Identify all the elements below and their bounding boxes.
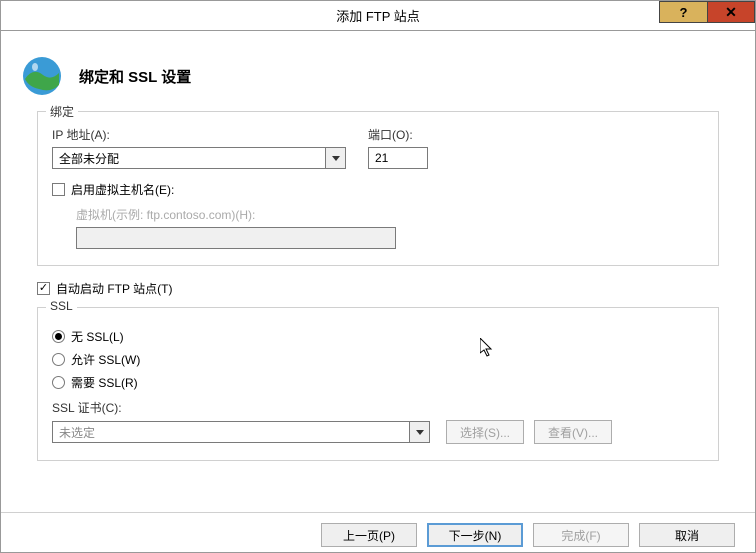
ssl-radio-allow[interactable]: 允许 SSL(W) <box>52 351 704 368</box>
titlebar-buttons: ? ✕ <box>659 1 755 23</box>
ip-dropdown[interactable]: 全部未分配 <box>52 147 346 169</box>
finish-button: 完成(F) <box>533 523 629 547</box>
ssl-view-button[interactable]: 查看(V)... <box>534 420 612 444</box>
cancel-button[interactable]: 取消 <box>639 523 735 547</box>
radio-label: 无 SSL(L) <box>71 328 124 345</box>
port-label: 端口(O): <box>368 126 428 143</box>
ip-label: IP 地址(A): <box>52 126 346 143</box>
binding-group: 绑定 IP 地址(A): 全部未分配 端口(O): 启用虚拟主机名(E): <box>37 111 719 266</box>
radio-label: 需要 SSL(R) <box>71 374 138 391</box>
radio-label: 允许 SSL(W) <box>71 351 140 368</box>
radio-icon <box>52 353 65 366</box>
ssl-radio-none[interactable]: 无 SSL(L) <box>52 328 704 345</box>
window-title: 添加 FTP 站点 <box>1 6 755 25</box>
page-header: 绑定和 SSL 设置 <box>1 31 755 107</box>
vhost-field-label: 虚拟机(示例: ftp.contoso.com)(H): <box>76 206 704 223</box>
dialog-window: 添加 FTP 站点 ? ✕ 绑定和 SSL 设置 绑定 IP 地址(A): 全部… <box>0 0 756 553</box>
binding-group-label: 绑定 <box>46 103 78 120</box>
ssl-cert-label: SSL 证书(C): <box>52 399 704 416</box>
autostart-label: 自动启动 FTP 站点(T) <box>56 280 172 297</box>
ip-dropdown-value: 全部未分配 <box>52 147 326 169</box>
ssl-group: SSL 无 SSL(L) 允许 SSL(W) 需要 SSL(R) SSL 证书(… <box>37 307 719 461</box>
vhost-checkbox-label: 启用虚拟主机名(E): <box>71 181 174 198</box>
vhost-checkbox[interactable] <box>52 183 65 196</box>
ssl-group-label: SSL <box>46 299 77 313</box>
radio-icon <box>52 330 65 343</box>
ssl-radio-require[interactable]: 需要 SSL(R) <box>52 374 704 391</box>
chevron-down-icon <box>410 421 430 443</box>
globe-icon <box>21 55 63 97</box>
close-button[interactable]: ✕ <box>707 1 755 23</box>
help-button[interactable]: ? <box>659 1 707 23</box>
page-title: 绑定和 SSL 设置 <box>79 66 191 87</box>
footer-buttons: 上一页(P) 下一步(N) 完成(F) 取消 <box>1 512 755 552</box>
ssl-cert-dropdown[interactable]: 未选定 <box>52 421 430 443</box>
vhost-input <box>76 227 396 249</box>
chevron-down-icon <box>326 147 346 169</box>
radio-icon <box>52 376 65 389</box>
ssl-cert-value: 未选定 <box>52 421 410 443</box>
port-input[interactable] <box>368 147 428 169</box>
ssl-select-button[interactable]: 选择(S)... <box>446 420 524 444</box>
autostart-checkbox[interactable]: ✓ <box>37 282 50 295</box>
prev-button[interactable]: 上一页(P) <box>321 523 417 547</box>
titlebar: 添加 FTP 站点 ? ✕ <box>1 1 755 31</box>
next-button[interactable]: 下一步(N) <box>427 523 523 547</box>
content-area: 绑定 IP 地址(A): 全部未分配 端口(O): 启用虚拟主机名(E): <box>1 107 755 485</box>
